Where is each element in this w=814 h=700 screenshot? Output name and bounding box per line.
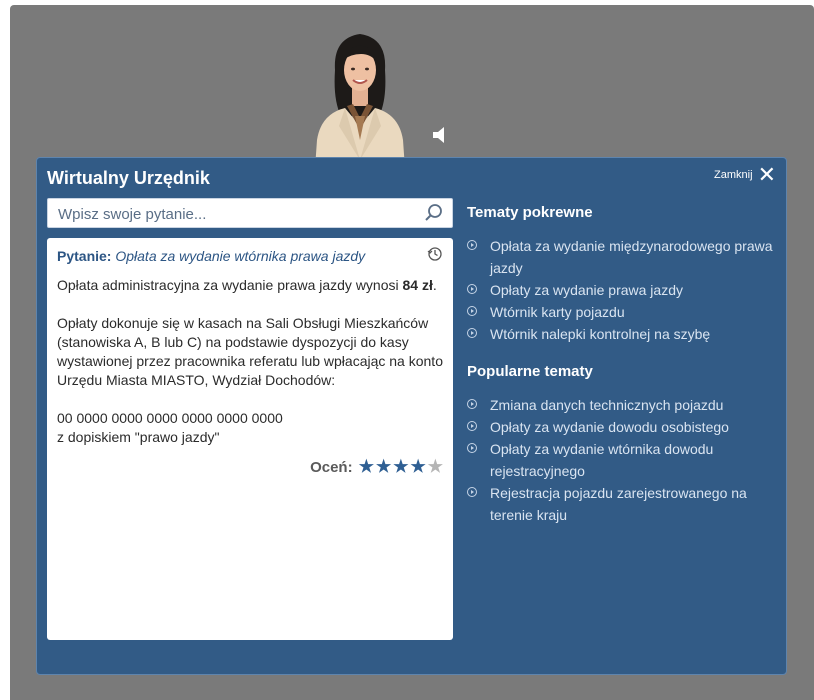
related-item[interactable]: Opłata za wydanie międzynarodowego prawa… [467,235,777,279]
search-box [47,198,453,228]
fee-period: . [432,277,437,293]
close-button[interactable]: Zamknij ✕ [714,164,776,186]
popular-item[interactable]: Opłaty za wydanie dowodu osobistego [467,416,777,438]
circle-arrow-icon [467,443,477,453]
question-text: Opłata za wydanie wtórnika prawa jazdy [115,248,366,264]
account-number: 00 0000 0000 0000 0000 0000 0000 [57,410,283,426]
popular-item[interactable]: Opłaty za wydanie wtórnika dowodu rejest… [467,438,777,482]
answer-text: Opłata administracyjna za wydanie prawa … [57,276,443,447]
related-item[interactable]: Opłaty za wydanie prawa jazdy [467,279,777,301]
related-item[interactable]: Wtórnik nalepki kontrolnej na szybę [467,323,777,345]
search-input[interactable] [56,202,420,226]
popular-item-label: Opłaty za wydanie wtórnika dowodu rejest… [490,441,714,479]
popular-list: Zmiana danych technicznych pojazdu Opłat… [467,394,777,526]
speaker-icon[interactable] [430,126,450,144]
related-item-label: Opłaty za wydanie prawa jazdy [490,282,683,298]
circle-arrow-icon [467,284,477,294]
question-label: Pytanie: [57,248,112,264]
history-icon[interactable] [427,246,443,262]
fee-text: Opłata administracyjna za wydanie prawa … [57,277,403,293]
circle-arrow-icon [467,421,477,431]
star-icon[interactable]: ★ [428,457,443,476]
related-item-label: Opłata za wydanie międzynarodowego prawa… [490,238,773,276]
related-title: Tematy pokrewne [467,204,593,221]
star-icon[interactable]: ★ [411,457,426,476]
answer-paragraph-payment: Opłaty dokonuje się w kasach na Sali Obs… [57,315,443,388]
account-note: z dopiskiem "prawo jazdy" [57,429,220,445]
fee-amount: 84 zł [402,277,433,293]
circle-arrow-icon [467,399,477,409]
popular-item-label: Opłaty za wydanie dowodu osobistego [490,419,729,435]
related-item-label: Wtórnik karty pojazdu [490,304,625,320]
related-list: Opłata za wydanie międzynarodowego prawa… [467,235,777,345]
popular-item[interactable]: Rejestracja pojazdu zarejestrowanego na … [467,482,777,526]
question-line: Pytanie: Opłata za wydanie wtórnika praw… [57,247,443,266]
rating: Oceń: ★ ★ ★ ★ ★ [57,457,443,477]
star-icon[interactable]: ★ [359,457,374,476]
circle-arrow-icon [467,240,477,250]
popular-item-label: Zmiana danych technicznych pojazdu [490,397,724,413]
close-icon: ✕ [757,162,776,187]
close-label: Zamknij [714,169,753,181]
answer-paragraph-account: 00 0000 0000 0000 0000 0000 0000 z dopis… [57,409,443,447]
panel-title: Wirtualny Urzędnik [47,168,210,188]
virtual-clerk-panel: Wirtualny Urzędnik Zamknij ✕ Pytanie: Op… [36,157,787,675]
circle-arrow-icon [467,328,477,338]
rating-stars: ★ ★ ★ ★ ★ [357,457,443,476]
related-item-label: Wtórnik nalepki kontrolnej na szybę [490,326,711,342]
rating-label: Oceń: [310,459,353,476]
star-icon[interactable]: ★ [393,457,408,476]
circle-arrow-icon [467,306,477,316]
popular-item[interactable]: Zmiana danych technicznych pojazdu [467,394,777,416]
popular-title: Popularne tematy [467,363,593,380]
star-icon[interactable]: ★ [376,457,391,476]
circle-arrow-icon [467,487,477,497]
related-item[interactable]: Wtórnik karty pojazdu [467,301,777,323]
topics-column: Tematy pokrewne Opłata za wydanie między… [467,204,777,544]
answer-box: Pytanie: Opłata za wydanie wtórnika praw… [47,238,453,640]
answer-paragraph-fee: Opłata administracyjna za wydanie prawa … [57,276,443,295]
popular-item-label: Rejestracja pojazdu zarejestrowanego na … [490,485,747,523]
search-icon[interactable] [424,203,444,223]
